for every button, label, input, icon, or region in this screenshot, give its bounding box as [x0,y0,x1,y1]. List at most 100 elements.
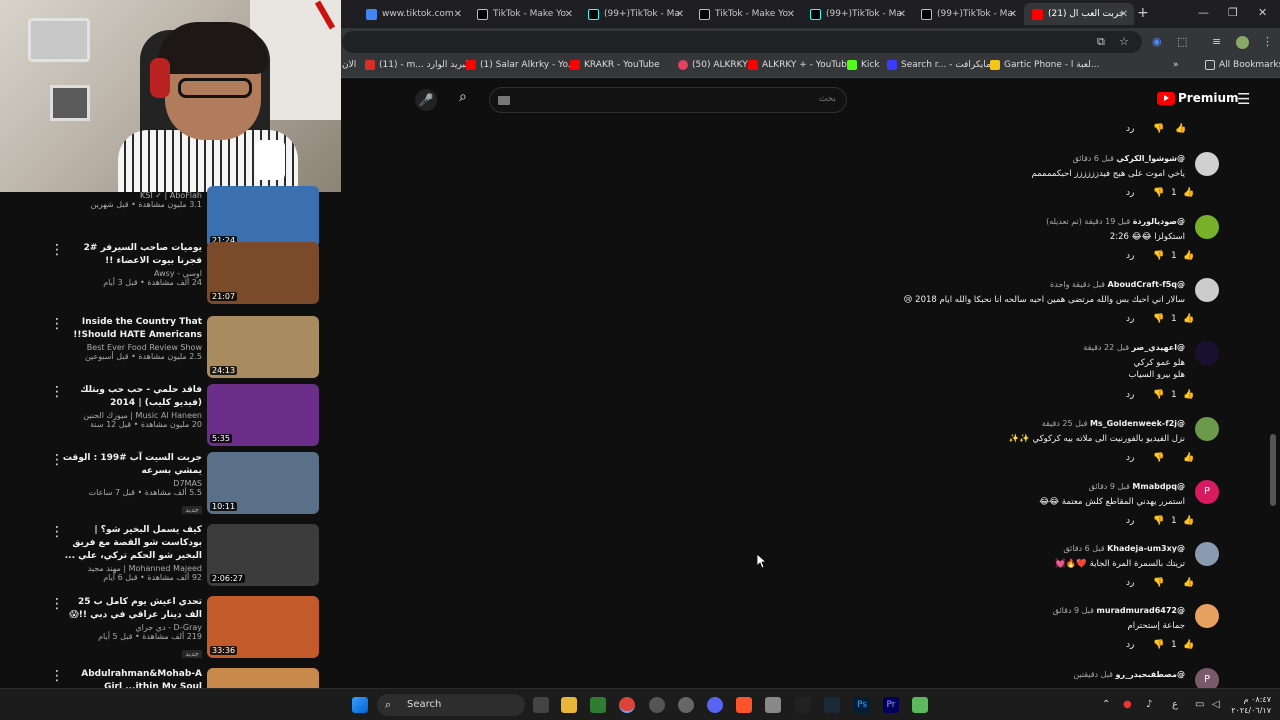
comment-author[interactable]: @Khadeja-um3xy [1107,544,1185,553]
comment-time[interactable]: قبل 6 دقائق [1073,154,1114,163]
premiere-icon[interactable]: Pr [883,697,899,713]
bookmark-4[interactable]: (50) ALKRKY [678,60,748,70]
video-thumbnail[interactable]: 24:13 [207,316,319,378]
comment-time[interactable]: قبل دقيقة واحدة [1050,280,1105,289]
video-channel[interactable]: Music Al Haneen | ميوزك الحنين [62,411,202,420]
avatar[interactable] [1195,152,1219,176]
microphone-icon[interactable]: 🎤 [415,89,437,111]
video-title[interactable]: كيف يسمل البخير شو؟ | بودكاست شو القصة م… [62,524,202,563]
close-icon[interactable]: ✕ [787,9,795,20]
tab-3[interactable]: (99+)TikTok - Ma ✕ [580,3,690,25]
media-app-icon[interactable] [765,697,781,713]
menu-icon[interactable]: ⋮ [1262,35,1273,48]
language-indicator[interactable]: ع [1172,699,1178,710]
close-icon[interactable]: ✕ [1009,9,1017,20]
obs-icon[interactable] [649,697,665,713]
settings-icon[interactable] [678,697,694,713]
restore-icon[interactable]: ❐ [1228,6,1238,19]
video-channel[interactable]: Mohanned Majeed | مهند مجيد [62,564,202,573]
reply-button[interactable]: رد [1126,251,1134,261]
minimize-icon[interactable]: — [1198,6,1209,19]
bookmarks-overflow-icon[interactable]: » [1173,60,1179,70]
comment-time[interactable]: قبل 19 دقيقة (تم تعديله) [1046,217,1130,226]
dislike-icon[interactable]: 👎 [1153,251,1164,261]
dislike-icon[interactable]: 👎 [1153,640,1164,650]
comment-author[interactable]: @شوشوا_الكركي [1116,154,1185,163]
avatar[interactable] [1195,604,1219,628]
video-title[interactable]: يوميات صاحب السيرفر #2 فجرنا بيوت الاعضا… [62,242,202,268]
tray-mic-icon[interactable]: ♪ [1146,699,1152,710]
minecraft-icon[interactable] [912,697,928,713]
comment-time[interactable]: قبل 25 دقيقة [1042,419,1088,428]
like-icon[interactable]: 👍 [1183,516,1194,526]
star-icon[interactable]: ☆ [1119,35,1129,48]
like-icon[interactable]: 👍 [1183,578,1194,588]
puzzle-icon[interactable]: ⬚ [1177,35,1187,48]
clock[interactable]: ٠٨:٤٧ م ٢٠٢٤/٠٦/١٧ [1229,694,1271,716]
search-icon[interactable]: ⌕ [459,89,467,105]
video-channel[interactable]: Best Ever Food Review Show [62,343,202,352]
chrome-icon[interactable] [619,697,635,713]
reply-button[interactable]: رد [1126,390,1134,400]
bookmark-7[interactable]: Search r... - مايكرافت [887,60,991,70]
close-icon[interactable]: ✕ [565,9,573,20]
reply-button[interactable]: رد [1126,516,1134,526]
video-thumbnail[interactable]: 10:11 [207,452,319,514]
comment-time[interactable]: قبل 9 دقائق [1053,606,1094,615]
scrollbar[interactable] [1270,434,1276,506]
install-icon[interactable]: ⧉ [1097,35,1105,49]
avatar[interactable] [1195,278,1219,302]
video-thumbnail[interactable]: 5:35 [207,384,319,446]
comment-author[interactable]: @muradmurad6472 [1097,606,1185,615]
capcut-icon[interactable] [795,697,811,713]
avatar[interactable] [1195,215,1219,239]
dislike-icon[interactable]: 👎 [1153,516,1164,526]
reply-button[interactable]: رد [1126,453,1134,463]
like-icon[interactable]: 👍 [1183,390,1194,400]
tray-chevron-icon[interactable]: ⌃ [1102,699,1110,710]
extension-icon[interactable]: ◉ [1152,35,1162,48]
video-title[interactable]: جربت السيت آب #199 : الوقت يمشي بسرعه [62,452,202,478]
close-icon[interactable]: ✕ [454,9,462,20]
video-title[interactable]: فاقد حلمي - حب حب وبتلك (فيديو كليب) | 2… [62,384,202,410]
windows-start-icon[interactable] [352,697,368,713]
comment-author[interactable]: @اعهيدي_صر [1132,343,1185,352]
like-icon[interactable]: 👍 [1183,640,1194,650]
like-icon[interactable]: 👍 [1183,188,1194,198]
video-title[interactable]: Inside the Country That Should HATE Amer… [62,316,202,342]
bookmark-3[interactable]: KRAKR - YouTube [570,60,660,70]
brave-icon[interactable] [736,697,752,713]
youtube-logo[interactable]: Premium [1157,91,1239,105]
reply-button[interactable]: رد [1126,124,1134,134]
video-thumbnail[interactable]: 21:07 [207,242,319,304]
dislike-icon[interactable]: 👎 [1153,124,1164,134]
close-icon[interactable]: ✕ [676,9,684,20]
tab-5[interactable]: (99+)TikTok - Ma ✕ [802,3,912,25]
video-thumbnail[interactable]: 2:06:27 [207,524,319,586]
dislike-icon[interactable]: 👎 [1153,453,1164,463]
comment-author[interactable]: @صوديالوردة [1133,217,1185,226]
dislike-icon[interactable]: 👎 [1153,578,1164,588]
avatar[interactable] [1195,417,1219,441]
tab-4[interactable]: TikTok - Make Yo ✕ [691,3,801,25]
reply-button[interactable]: رد [1126,640,1134,650]
address-bar[interactable] [342,31,1142,53]
comment-time[interactable]: قبل 9 دقائق [1089,482,1130,491]
comment-time[interactable]: قبل 22 دقيقة [1083,343,1129,352]
reply-button[interactable]: رد [1126,188,1134,198]
video-thumbnail[interactable]: 33:36 [207,596,319,658]
bookmark-6[interactable]: Kick [847,60,880,70]
reply-button[interactable]: رد [1126,578,1134,588]
avatar[interactable]: P [1195,480,1219,504]
keyboard-icon[interactable] [498,96,510,105]
all-bookmarks[interactable]: All Bookmarks [1205,60,1280,70]
comment-time[interactable]: قبل دقيقتين [1073,670,1113,679]
tab-6[interactable]: (99+)TikTok - Ma ✕ [913,3,1023,25]
bookmark-8[interactable]: Gartic Phone - لعبة ا... [990,60,1099,70]
profile-avatar[interactable] [1236,36,1249,49]
steam-icon[interactable] [824,697,840,713]
video-channel[interactable]: KSI ✓ | AboFlah [62,191,202,200]
volume-icon[interactable]: ◁ [1212,699,1220,710]
dislike-icon[interactable]: 👎 [1153,314,1164,324]
dislike-icon[interactable]: 👎 [1153,188,1164,198]
